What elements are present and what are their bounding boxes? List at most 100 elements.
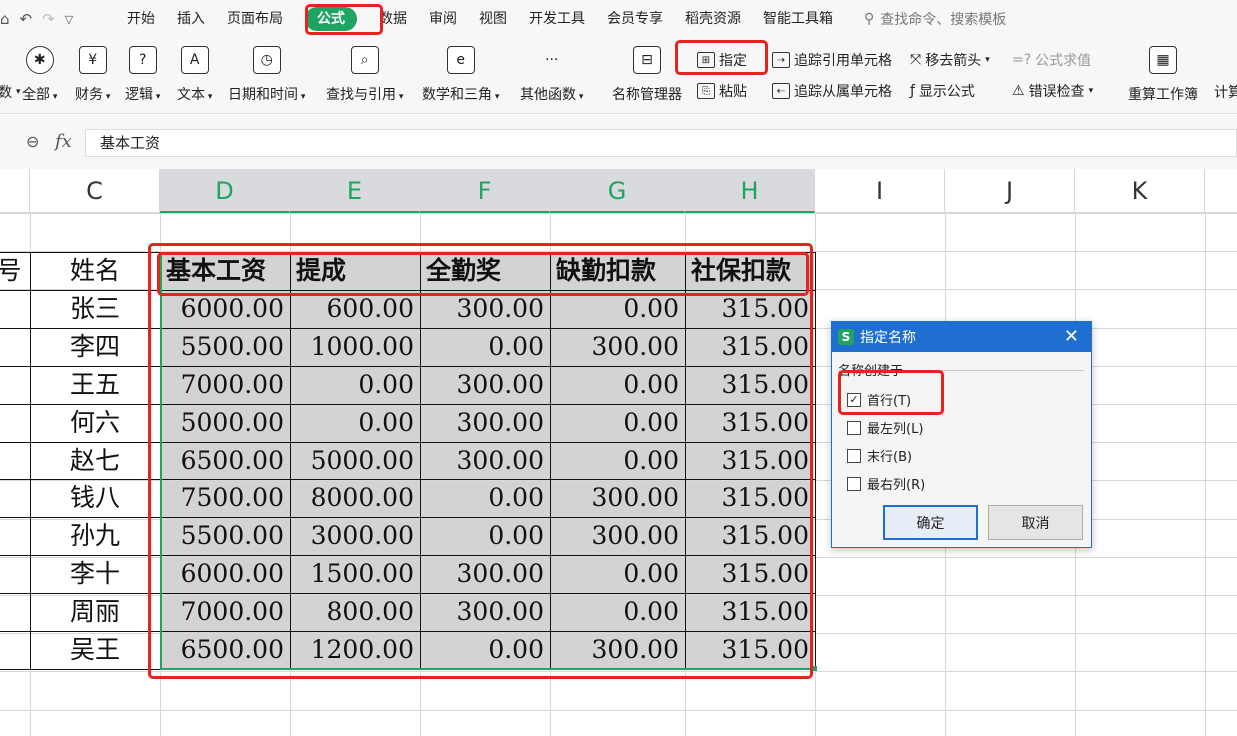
formula-input[interactable]: 基本工资 — [85, 129, 1237, 157]
header-row-highlight — [157, 252, 809, 296]
column-header-k[interactable]: K — [1075, 169, 1205, 213]
tab-label: 插入 — [177, 11, 205, 27]
function-category-button-4[interactable]: ◷ 日期和时间 ▾ — [228, 46, 305, 104]
function-category-icon: A — [180, 46, 209, 74]
function-category-button-5[interactable]: ⌕ 查找与引用 ▾ — [326, 46, 403, 104]
function-category-icon: ¥ — [78, 46, 107, 74]
function-category-icon: ? — [128, 46, 157, 74]
function-category-label: 逻辑 ▾ — [125, 87, 161, 103]
evaluate-formula-icon: =? — [1012, 52, 1032, 68]
formula-bar: ⊖ fx 基本工资 — [0, 114, 1237, 169]
checkbox-icon[interactable] — [847, 420, 861, 435]
column-header-i[interactable]: I — [815, 169, 945, 213]
function-category-icon: ✱ — [25, 46, 54, 74]
paste-name-button[interactable]: ⎘ 粘贴 — [697, 81, 747, 101]
cell-employee-name[interactable]: 周丽 — [30, 593, 160, 631]
ok-button[interactable]: 确定 — [883, 505, 978, 540]
cell-name-header[interactable]: 姓名 — [30, 252, 160, 290]
cell-employee-name[interactable]: 何六 — [30, 404, 160, 442]
function-category-button-6[interactable]: e 数学和三角 ▾ — [422, 46, 499, 104]
tab-8[interactable]: 会员专享 — [596, 0, 674, 38]
cell-employee-name[interactable]: 张三 — [30, 290, 160, 328]
option-1[interactable]: 最左列(L) — [847, 418, 923, 437]
zoom-icon[interactable]: ⊖ — [26, 132, 39, 151]
name-manager-icon: ⊟ — [633, 46, 661, 74]
tab-label: 开发工具 — [529, 11, 585, 27]
tab-2[interactable]: 页面布局 — [216, 0, 294, 38]
remove-arrows-button[interactable]: ⤧ 移去箭头 ▾ — [910, 50, 990, 70]
specify-button-highlight — [675, 40, 768, 75]
function-category-button-1[interactable]: ¥ 财务 ▾ — [75, 46, 110, 104]
function-category-button-0[interactable]: ✱ 全部 ▾ — [22, 46, 57, 104]
tab-10[interactable]: 智能工具箱 — [752, 0, 844, 38]
column-header-l-cut[interactable] — [1205, 169, 1237, 213]
tab-9[interactable]: 稻壳资源 — [674, 0, 752, 38]
column-header-c[interactable]: C — [30, 169, 160, 213]
undo-icon[interactable]: ↶ — [20, 10, 33, 28]
tab-label: 会员专享 — [607, 11, 663, 27]
function-category-icon: e — [446, 46, 475, 74]
cell-employee-name[interactable]: 王五 — [30, 366, 160, 404]
cell-employee-name[interactable]: 吴王 — [30, 631, 160, 669]
warning-icon: ⚠ — [1012, 83, 1025, 99]
grid-line — [0, 213, 1237, 214]
tab-0[interactable]: 开始 — [116, 0, 166, 38]
option-3[interactable]: 最右列(R) — [847, 474, 925, 493]
tab-1[interactable]: 插入 — [166, 0, 216, 38]
cell-id-header[interactable]: 号 — [0, 252, 30, 290]
menu-bar: ⌂ ↶ ↷ ▽ 开始 插入 页面布局 公式 数据 审阅 视图 开发工具 会员专享 稻壳资源 智能工具… — [0, 0, 1237, 38]
define-name-dialog: S 指定名称 ✕ 名称创建于 ✓ 首行(T) 最左列(L) 末行(B) 最右列(R) 确… — [831, 321, 1092, 548]
tab-6[interactable]: 视图 — [468, 0, 518, 38]
redo-icon[interactable]: ↷ — [42, 10, 55, 28]
recalculate-workbook-button[interactable]: ▦ 重算工作簿 — [1128, 46, 1198, 104]
column-header-f[interactable]: F — [420, 169, 550, 213]
cell-employee-name[interactable]: 孙九 — [30, 517, 160, 555]
checkbox-icon[interactable] — [847, 448, 861, 463]
grid-line — [1205, 213, 1206, 736]
function-category-label: 文本 ▾ — [177, 87, 213, 103]
function-category-icon: ◷ — [252, 46, 281, 74]
cancel-button[interactable]: 取消 — [988, 505, 1083, 540]
save-icon[interactable]: ⌂ — [0, 10, 10, 28]
show-formulas-button[interactable]: ƒ 显示公式 — [910, 81, 975, 101]
column-header-e[interactable]: E — [290, 169, 420, 213]
dialog-title-bar: S 指定名称 ✕ — [832, 322, 1091, 352]
column-header-g[interactable]: G — [550, 169, 685, 213]
function-category-label: 财务 ▾ — [75, 87, 111, 103]
cell-employee-name[interactable]: 钱八 — [30, 479, 160, 517]
column-header-b-cut[interactable] — [0, 169, 30, 213]
function-category-button-3[interactable]: A 文本 ▾ — [177, 46, 212, 104]
trace-precedents-button[interactable]: ⇢ 追踪引用单元格 — [772, 50, 892, 70]
calculator-icon: ▦ — [1149, 46, 1177, 74]
first-row-option-highlight — [838, 370, 944, 415]
cell-employee-name[interactable]: 赵七 — [30, 442, 160, 480]
trace-dependents-button[interactable]: ⇠ 追踪从属单元格 — [772, 81, 892, 101]
close-icon[interactable]: ✕ — [1064, 326, 1079, 347]
option-2[interactable]: 末行(B) — [847, 446, 912, 465]
tab-label: 审阅 — [429, 11, 457, 27]
cell-employee-name[interactable]: 李十 — [30, 555, 160, 593]
command-search[interactable]: ⚲ 查找命令、搜索模板 — [864, 9, 1006, 29]
column-header-j[interactable]: J — [945, 169, 1075, 213]
column-header-d[interactable]: D — [160, 169, 290, 213]
cell-employee-name[interactable]: 李四 — [30, 328, 160, 366]
function-category-button-7[interactable]: ··· 其他函数 ▾ — [520, 46, 583, 104]
tab-5[interactable]: 审阅 — [418, 0, 468, 38]
fx-icon[interactable]: fx — [55, 131, 72, 152]
trace-dependents-icon: ⇠ — [772, 83, 790, 99]
option-label: 最左列(L) — [867, 422, 924, 437]
name-manager-button[interactable]: ⊟ 名称管理器 — [612, 46, 682, 104]
function-category-button-2[interactable]: ? 逻辑 ▾ — [125, 46, 160, 104]
ribbon-tabs: 开始 插入 页面布局 公式 数据 审阅 视图 开发工具 会员专享 稻壳资源 智能工具箱 — [116, 0, 844, 38]
evaluate-formula-button[interactable]: =? 公式求值 — [1012, 50, 1091, 70]
more-dropdown-icon[interactable]: ▽ — [65, 13, 73, 26]
active-tab-highlight — [305, 4, 383, 35]
error-check-button[interactable]: ⚠ 错误检查 ▾ — [1012, 81, 1093, 101]
checkbox-icon[interactable] — [847, 476, 861, 491]
function-category-label: 查找与引用 ▾ — [326, 87, 404, 103]
tab-7[interactable]: 开发工具 — [518, 0, 596, 38]
insert-function-cut[interactable]: 数 ▾ — [0, 82, 21, 102]
option-label: 最右列(R) — [867, 478, 926, 493]
calc-options-cut[interactable]: 计算 — [1214, 82, 1237, 102]
column-header-h[interactable]: H — [685, 169, 815, 213]
